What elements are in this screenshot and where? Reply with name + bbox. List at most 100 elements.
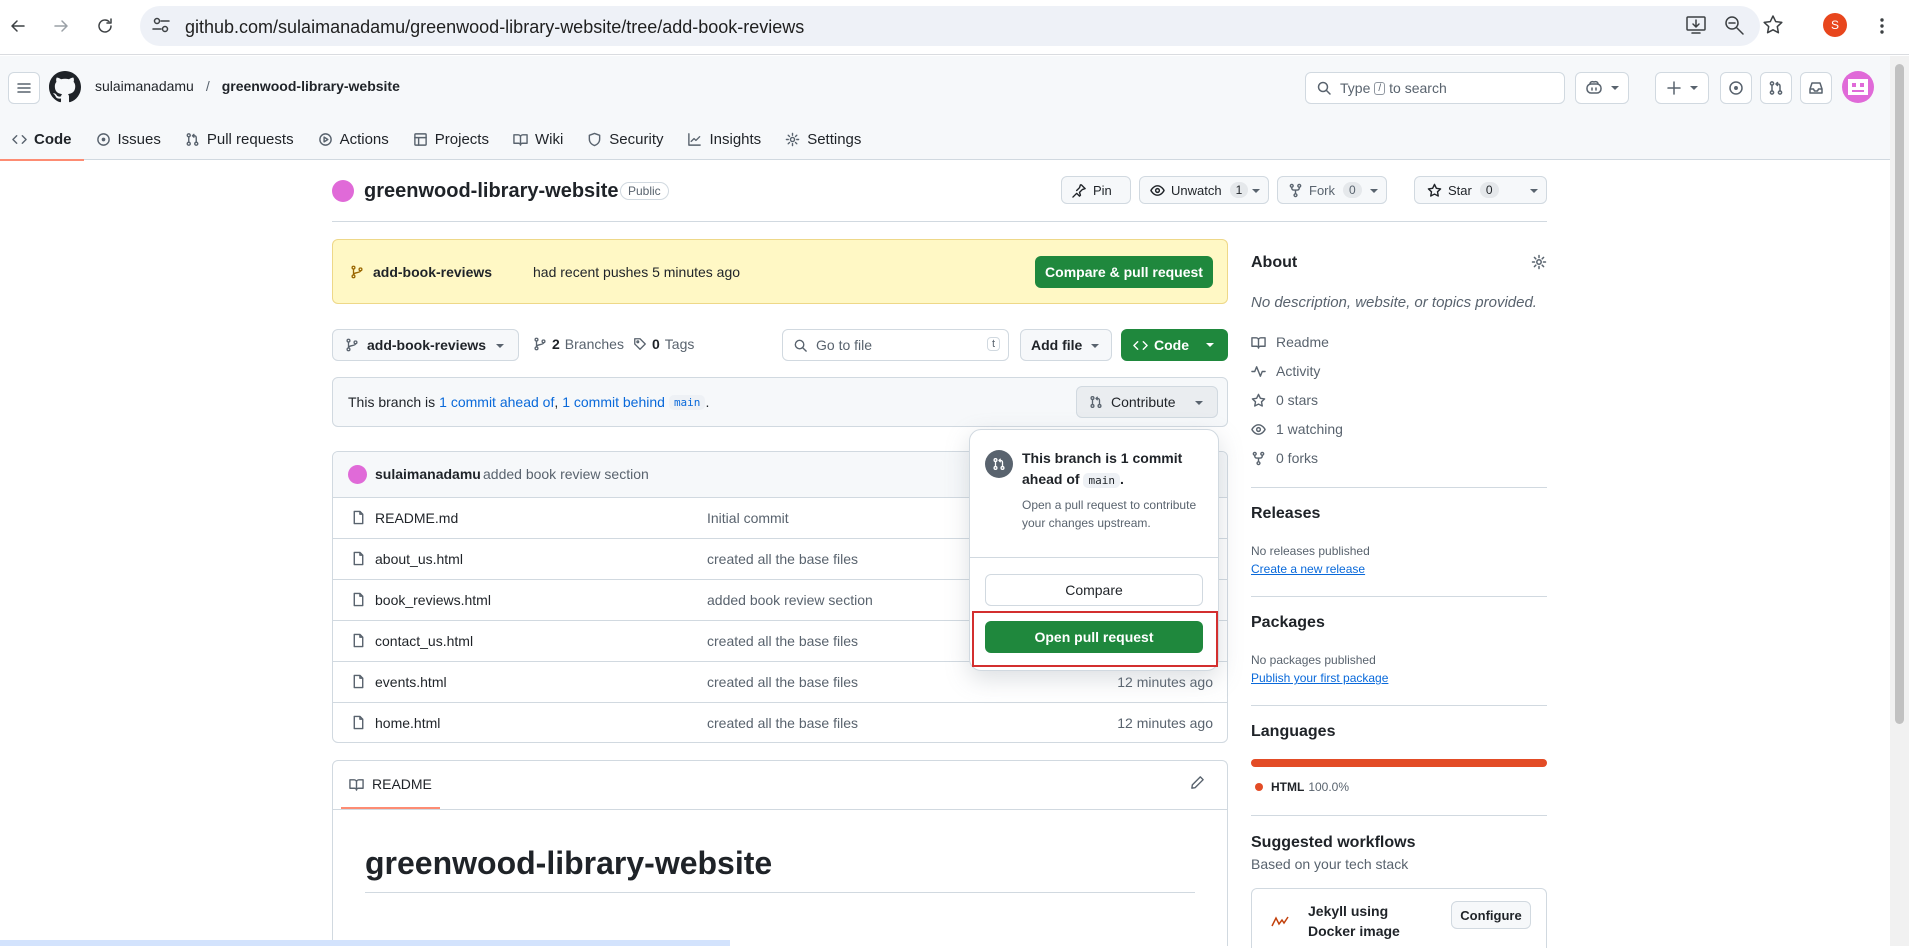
unwatch-label: Unwatch [1171,182,1222,198]
browser-menu-icon[interactable] [1866,10,1898,42]
chevron-down-icon [1611,84,1619,92]
commit-message[interactable]: added book review section [483,466,649,482]
tags-link[interactable]: 0 Tags [633,336,694,352]
file-name[interactable]: contact_us.html [375,633,473,649]
watch-count: 1 [1229,182,1249,198]
file-row[interactable]: home.html created all the base files 12 mi… [333,702,1227,742]
about-item-activity[interactable]: Activity [1251,363,1320,379]
profile-avatar[interactable]: S [1823,13,1847,37]
address-bar[interactable]: github.com/sulaimanadamu/greenwood-libra… [140,6,1783,46]
base-branch-code: main [668,394,706,410]
inbox-button[interactable] [1800,72,1832,104]
code-button[interactable]: Code [1121,329,1228,361]
pin-button[interactable]: Pin [1061,176,1131,204]
compare-button[interactable]: Compare [985,574,1203,606]
file-name[interactable]: book_reviews.html [375,592,491,608]
tab-projects[interactable]: Projects [401,118,501,160]
branch-selector-label: add-book-reviews [367,337,487,353]
configure-button[interactable]: Configure [1451,901,1531,929]
scrollbar-thumb[interactable] [1895,64,1904,724]
url-text: github.com/sulaimanadamu/greenwood-libra… [185,17,805,37]
commits-ahead-link[interactable]: 1 commit ahead of [439,394,554,410]
about-item-stars[interactable]: 0 stars [1251,392,1318,408]
search-input[interactable]: Type / to search [1305,72,1565,104]
readme-panel: README greenwood-library-website [332,760,1228,946]
tab-actions[interactable]: Actions [306,118,401,160]
file-commit-message[interactable]: added book review section [707,592,873,608]
forward-icon[interactable] [45,10,77,42]
packages-title[interactable]: Packages [1251,614,1325,632]
repo-name[interactable]: greenwood-library-website [364,180,619,203]
file-commit-message[interactable]: created all the base files [707,674,858,690]
branches-link[interactable]: 2 Branches [533,336,624,352]
branches-label: Branches [564,336,624,352]
star-button[interactable]: Star 0 [1414,176,1547,204]
tab-label: Projects [434,130,489,148]
file-name[interactable]: README.md [375,510,458,526]
about-item-forks[interactable]: 0 forks [1251,450,1318,466]
breadcrumb-owner[interactable]: sulaimanadamu [95,78,194,94]
site-settings-icon[interactable] [150,14,174,38]
bookmark-star-icon[interactable] [1762,14,1786,38]
back-icon[interactable] [2,10,34,42]
repo-tabs: Code Issues Pull requests Actions Projects Wi… [0,118,873,161]
add-file-button[interactable]: Add file [1020,329,1112,361]
file-commit-message[interactable]: Initial commit [707,510,789,526]
tab-security[interactable]: Security [575,118,675,160]
about-item-watching[interactable]: 1 watching [1251,421,1343,437]
zoom-icon[interactable] [1723,14,1747,38]
reload-icon[interactable] [89,10,121,42]
language-html-entry[interactable]: HTML 100.0% [1255,780,1349,794]
tab-insights[interactable]: Insights [675,118,773,160]
pull-request-icon [1768,80,1784,96]
about-item-label: 0 stars [1276,392,1319,408]
branch-icon [533,337,547,351]
go-to-file-input[interactable]: Go to file t [782,329,1009,361]
open-pull-request-button[interactable]: Open pull request [985,621,1203,653]
tab-code[interactable]: Code [0,118,84,161]
pull-requests-button[interactable] [1760,72,1792,104]
gear-icon[interactable] [1531,254,1547,270]
fork-button[interactable]: Fork 0 [1277,176,1387,204]
user-avatar[interactable] [1842,71,1874,103]
popover-base-branch: main [1083,473,1120,488]
github-logo-icon[interactable] [49,71,81,103]
about-item-readme[interactable]: Readme [1251,334,1329,350]
edit-pencil-icon[interactable] [1190,775,1205,790]
branch-selector[interactable]: add-book-reviews [332,329,519,361]
scrollbar-track[interactable] [1890,56,1909,946]
create-new-button[interactable] [1655,72,1709,104]
file-name[interactable]: about_us.html [375,551,463,567]
breadcrumb-repo[interactable]: greenwood-library-website [222,78,400,94]
hamburger-menu-icon[interactable] [8,72,40,104]
readme-tab[interactable]: README [341,761,440,809]
file-commit-message[interactable]: created all the base files [707,633,858,649]
tab-issues[interactable]: Issues [84,118,173,160]
contribute-button[interactable]: Contribute [1076,386,1218,418]
language-name: HTML [1271,780,1305,794]
unwatch-button[interactable]: Unwatch 1 [1139,176,1269,204]
create-release-link[interactable]: Create a new release [1251,562,1365,576]
releases-title[interactable]: Releases [1251,505,1320,523]
tab-wiki[interactable]: Wiki [501,118,575,160]
file-commit-message[interactable]: created all the base files [707,551,858,567]
repo-title-bar: greenwood-library-website Public Pin Unw… [332,176,1547,222]
file-name[interactable]: home.html [375,715,440,731]
tab-settings[interactable]: Settings [773,118,873,160]
compare-pull-request-button[interactable]: Compare & pull request [1035,256,1213,288]
tab-label: Settings [807,130,862,148]
copilot-button[interactable] [1575,72,1629,104]
file-name[interactable]: events.html [375,674,447,690]
tab-pull-requests[interactable]: Pull requests [173,118,306,160]
eye-icon [1251,422,1266,437]
chevron-down-icon [1195,399,1203,407]
commits-behind-link[interactable]: 1 commit behind [562,394,665,410]
commit-author[interactable]: sulaimanadamu [375,466,481,482]
about-item-label: 0 forks [1276,450,1319,466]
file-commit-message[interactable]: created all the base files [707,715,858,731]
issues-button[interactable] [1720,72,1752,104]
install-app-icon[interactable] [1685,14,1709,38]
banner-branch[interactable]: add-book-reviews [373,264,492,280]
tab-label: Security [609,130,664,148]
publish-package-link[interactable]: Publish your first package [1251,671,1388,685]
